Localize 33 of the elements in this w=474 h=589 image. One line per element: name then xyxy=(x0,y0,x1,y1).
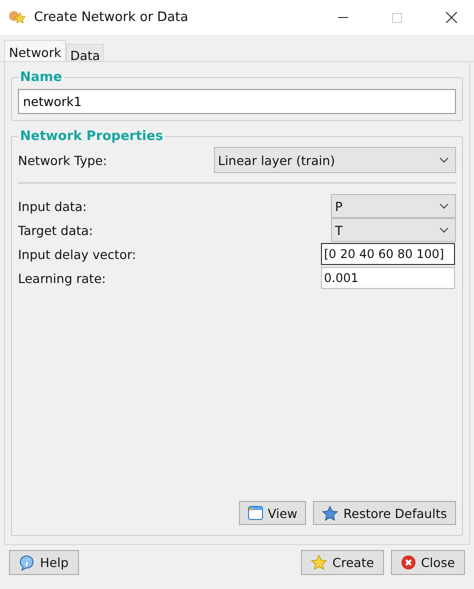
caret-icon xyxy=(439,227,449,233)
caret-icon xyxy=(439,157,449,163)
star-icon xyxy=(311,555,328,570)
info-icon xyxy=(19,554,35,570)
view-button[interactable]: View xyxy=(238,501,306,525)
input-field[interactable]: [0 20 40 60 80 100] xyxy=(321,243,455,265)
minimize-icon xyxy=(338,17,348,18)
tab[interactable]: Network xyxy=(4,40,66,61)
field-label: Learning rate: xyxy=(18,270,106,286)
close-button[interactable]: Close xyxy=(390,550,465,575)
help-button[interactable]: Help xyxy=(9,550,78,575)
maximize-icon xyxy=(392,12,402,22)
caret-icon xyxy=(439,203,449,209)
field-label: Input delay vector: xyxy=(18,246,136,262)
app-icon xyxy=(8,10,26,26)
star-icon xyxy=(322,506,338,520)
dropdown[interactable]: T xyxy=(331,218,456,242)
close-icon xyxy=(446,12,456,23)
restore-button[interactable]: Restore Defaults xyxy=(313,501,456,525)
group-title: Network Properties xyxy=(19,129,164,144)
field-label: Input data: xyxy=(18,198,87,214)
error-icon xyxy=(400,555,416,570)
name-field[interactable]: network1 xyxy=(18,89,456,114)
input-field[interactable]: 0.001 xyxy=(321,267,455,289)
tab[interactable]: Data xyxy=(66,44,104,61)
dropdown[interactable]: P xyxy=(331,194,456,218)
network-type-dropdown[interactable]: Linear layer (train) xyxy=(214,147,456,173)
window-icon xyxy=(248,506,263,520)
create-button[interactable]: Create xyxy=(301,550,384,575)
field-label: Target data: xyxy=(18,222,94,238)
field-label: Network Type: xyxy=(18,152,108,168)
group-title: Name xyxy=(19,70,64,85)
window-title: Create Network or Data xyxy=(34,10,190,25)
